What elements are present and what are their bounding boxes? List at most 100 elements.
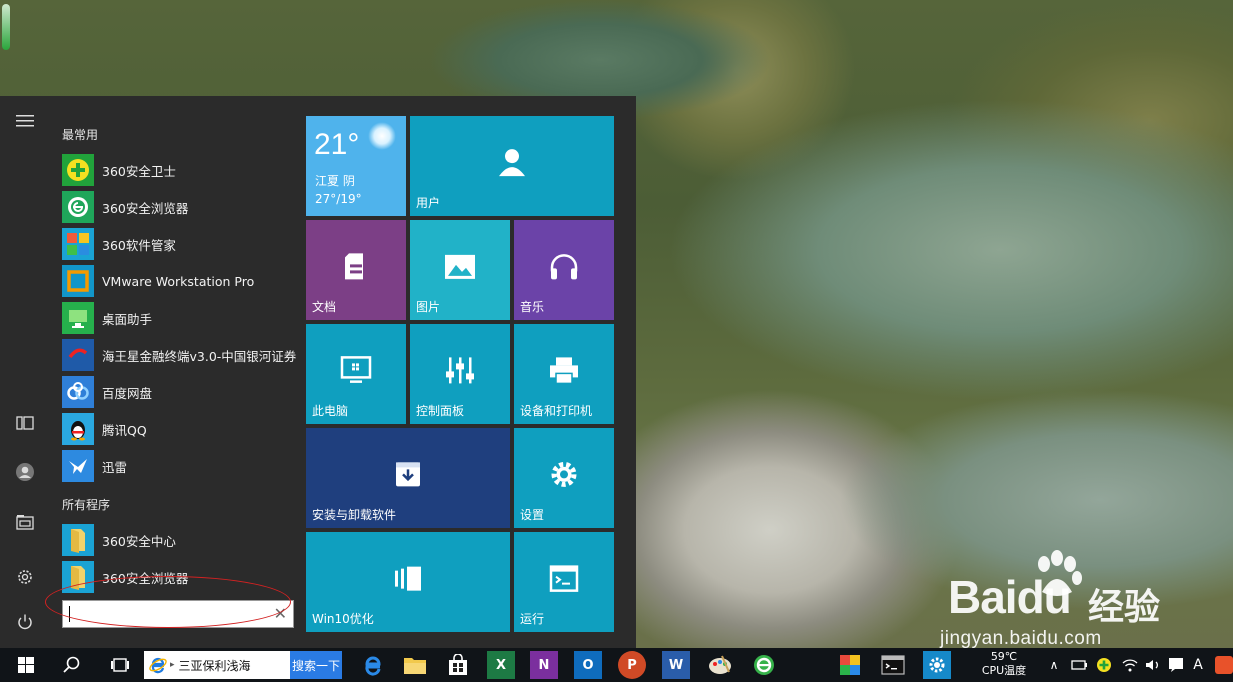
taskbar-app-settings[interactable] bbox=[923, 648, 951, 682]
sticky-app-icon bbox=[840, 655, 860, 675]
tile-documents[interactable]: 文档 bbox=[306, 220, 406, 320]
computer-icon bbox=[340, 356, 372, 383]
run-icon bbox=[549, 565, 579, 592]
tray-360-guard[interactable] bbox=[1094, 648, 1114, 682]
search-button[interactable] bbox=[60, 648, 84, 682]
tile-user[interactable]: 用户 bbox=[410, 116, 614, 216]
taskbar-app-edge[interactable] bbox=[358, 648, 386, 682]
folder-icon bbox=[404, 658, 426, 674]
user-account-icon[interactable] bbox=[12, 459, 38, 485]
settings-gear-icon bbox=[923, 651, 951, 679]
app-item-360-browser[interactable]: 360安全浏览器 bbox=[62, 189, 302, 225]
all-programs-heading: 所有程序 bbox=[62, 498, 111, 512]
neptune-finance-icon bbox=[62, 339, 94, 371]
word-icon: W bbox=[662, 651, 690, 679]
windows-logo-icon bbox=[18, 657, 34, 673]
cpu-temperature-label: CPU温度 bbox=[981, 664, 1027, 677]
taskbar-app-sticky[interactable] bbox=[836, 648, 864, 682]
settings-gear-icon bbox=[551, 461, 577, 487]
task-view-icon bbox=[111, 658, 129, 672]
tray-network-adapter[interactable] bbox=[1070, 648, 1090, 682]
taskbar-search-submit[interactable]: 搜索一下 bbox=[290, 651, 342, 679]
taskbar-app-outlook[interactable]: O bbox=[574, 648, 602, 682]
tray-input-method[interactable]: A bbox=[1188, 648, 1208, 682]
tray-volume[interactable] bbox=[1143, 648, 1163, 682]
power-icon[interactable] bbox=[12, 609, 38, 635]
weather-city: 江夏 阴 bbox=[315, 174, 355, 188]
tile-control-panel[interactable]: 控制面板 bbox=[410, 324, 510, 424]
taskbar-app-store[interactable] bbox=[444, 648, 472, 682]
watermark-brand-cn: 经验 bbox=[1088, 587, 1161, 628]
taskbar-app-onenote[interactable]: N bbox=[530, 648, 558, 682]
tile-install-uninstall[interactable]: 安装与卸载软件 bbox=[306, 428, 510, 528]
weather-temperature: 21° bbox=[314, 128, 360, 161]
taskbar-app-terminal[interactable] bbox=[879, 648, 907, 682]
tray-wifi[interactable] bbox=[1120, 648, 1140, 682]
most-used-heading: 最常用 bbox=[62, 128, 99, 142]
app-item-360-security-guard[interactable]: 360安全卫士 bbox=[62, 152, 302, 188]
360-browser-icon bbox=[62, 191, 94, 223]
start-menu: 最常用 360安全卫士 360安全浏览器 360软件管家 VMware Work… bbox=[0, 96, 636, 648]
360-browser-icon bbox=[754, 655, 774, 675]
win10-optimize-icon bbox=[395, 566, 421, 591]
printer-icon bbox=[550, 357, 578, 385]
tablet-mode-icon[interactable] bbox=[12, 410, 38, 436]
task-view-button[interactable] bbox=[107, 648, 133, 682]
notification-icon bbox=[1169, 658, 1183, 672]
powerpoint-icon: P bbox=[618, 651, 646, 679]
tray-action-center[interactable] bbox=[1166, 648, 1186, 682]
file-explorer-icon[interactable] bbox=[12, 509, 38, 535]
tile-run[interactable]: 运行 bbox=[514, 532, 614, 632]
tile-this-pc[interactable]: 此电脑 bbox=[306, 324, 406, 424]
user-icon bbox=[499, 149, 525, 177]
hamburger-menu-icon[interactable] bbox=[12, 108, 38, 134]
app-item-360-software-manager[interactable]: 360软件管家 bbox=[62, 226, 302, 262]
taskbar-app-excel[interactable]: X bbox=[487, 648, 515, 682]
tile-win10-optimize[interactable]: Win10优化 bbox=[306, 532, 510, 632]
cpu-temperature-widget[interactable]: 59℃ CPU温度 bbox=[978, 650, 1030, 678]
headphones-icon bbox=[550, 254, 578, 280]
install-box-icon bbox=[396, 462, 420, 487]
app-item-desktop-assistant[interactable]: 桌面助手 bbox=[62, 300, 302, 336]
show-hidden-icons-chevron-icon[interactable]: ∧ bbox=[1046, 648, 1062, 682]
wifi-icon bbox=[1122, 659, 1138, 672]
360-software-manager-icon bbox=[62, 228, 94, 260]
qq-penguin-icon bbox=[62, 413, 94, 445]
outlook-icon: O bbox=[574, 651, 602, 679]
desktop-assistant-icon bbox=[62, 302, 94, 334]
tile-music[interactable]: 音乐 bbox=[514, 220, 614, 320]
tile-pictures[interactable]: 图片 bbox=[410, 220, 510, 320]
app-item-360-security-center-folder[interactable]: 360安全中心 bbox=[62, 522, 302, 558]
360-security-guard-icon bbox=[1097, 658, 1111, 672]
taskbar-app-paint[interactable] bbox=[706, 648, 734, 682]
app-item-baidu-netdisk[interactable]: 百度网盘 bbox=[62, 374, 302, 410]
sun-icon bbox=[368, 122, 396, 150]
taskbar-app-file-explorer[interactable] bbox=[401, 648, 429, 682]
tile-weather[interactable]: 21° 江夏 阴 27°/19° bbox=[306, 116, 406, 216]
sliders-icon bbox=[446, 357, 474, 384]
app-list: 最常用 360安全卫士 360安全浏览器 360软件管家 VMware Work… bbox=[50, 96, 300, 648]
taskbar-app-360-browser[interactable] bbox=[750, 648, 778, 682]
search-icon bbox=[63, 656, 80, 673]
onenote-icon: N bbox=[530, 651, 558, 679]
tray-sogou[interactable] bbox=[1214, 648, 1233, 682]
dropdown-arrow-icon: ▸ bbox=[170, 660, 175, 670]
edge-icon bbox=[365, 656, 381, 676]
app-item-qq[interactable]: 腾讯QQ bbox=[62, 411, 302, 447]
sogou-ime-icon bbox=[1214, 656, 1233, 674]
tile-settings[interactable]: 设置 bbox=[514, 428, 614, 528]
document-icon bbox=[345, 253, 363, 280]
taskbar-app-word[interactable]: W bbox=[662, 648, 690, 682]
app-item-neptune-finance[interactable]: 海王星金融终端v3.0-中国银河证券 bbox=[62, 337, 302, 373]
store-bag-icon bbox=[449, 654, 467, 675]
taskbar-address-bar[interactable]: ▸ 三亚保利浅海 bbox=[144, 651, 290, 679]
taskbar-app-powerpoint[interactable]: P bbox=[618, 648, 646, 682]
weather-range: 27°/19° bbox=[315, 192, 362, 206]
tile-devices-printers[interactable]: 设备和打印机 bbox=[514, 324, 614, 424]
app-item-vmware[interactable]: VMware Workstation Pro bbox=[62, 263, 302, 299]
volume-icon bbox=[1146, 660, 1158, 670]
settings-gear-icon[interactable] bbox=[12, 564, 38, 590]
app-item-xunlei[interactable]: 迅雷 bbox=[62, 448, 302, 484]
floating-widget-handle[interactable] bbox=[2, 4, 10, 50]
start-button[interactable] bbox=[14, 648, 38, 682]
